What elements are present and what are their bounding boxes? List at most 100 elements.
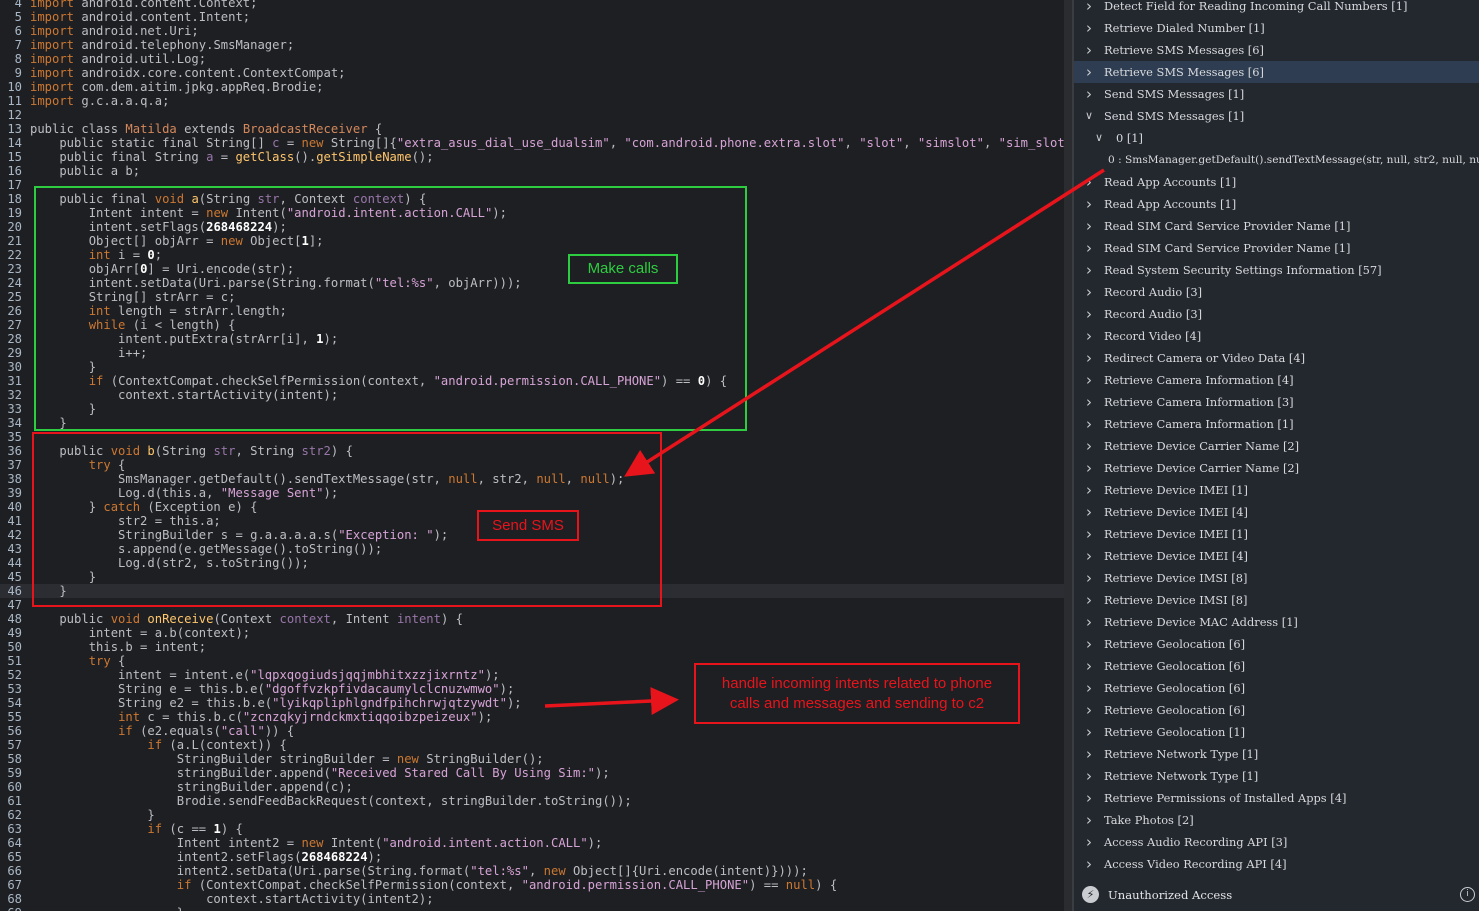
tree-item[interactable]: › Retrieve Device IMEI [1] <box>1074 523 1479 545</box>
chevron-right-icon[interactable]: › <box>1084 171 1094 193</box>
chevron-right-icon[interactable]: › <box>1084 347 1094 369</box>
tree-item[interactable]: ∨ 0 [1] <box>1074 127 1479 149</box>
code-line[interactable]: 61 Brodie.sendFeedBackRequest(context, s… <box>0 794 1064 808</box>
unauthorized-access-row[interactable]: ⚡ Unauthorized Access i <box>1074 880 1479 911</box>
tree-item[interactable]: › Read App Accounts [1] <box>1074 193 1479 215</box>
chevron-right-icon[interactable]: › <box>1084 215 1094 237</box>
chevron-down-icon[interactable]: ∨ <box>1084 105 1094 127</box>
code-line[interactable]: 67 if (ContextCompat.checkSelfPermission… <box>0 878 1064 892</box>
chevron-right-icon[interactable]: › <box>1084 809 1094 831</box>
chevron-right-icon[interactable]: › <box>1084 545 1094 567</box>
code-line[interactable]: 56 if (e2.equals("call")) { <box>0 724 1064 738</box>
tree-item[interactable]: › Read App Accounts [1] <box>1074 171 1479 193</box>
tree-item[interactable]: › Retrieve Geolocation [1] <box>1074 721 1479 743</box>
chevron-right-icon[interactable]: › <box>1084 765 1094 787</box>
tree-item[interactable]: › Retrieve Permissions of Installed Apps … <box>1074 787 1479 809</box>
chevron-right-icon[interactable]: › <box>1084 589 1094 611</box>
tree-item[interactable]: › Retrieve Dialed Number [1] <box>1074 17 1479 39</box>
chevron-right-icon[interactable]: › <box>1084 435 1094 457</box>
tree-item[interactable]: › Retrieve Device IMEI [4] <box>1074 545 1479 567</box>
code-line[interactable]: 10 import com.dem.aitim.jpkg.appReq.Brodi… <box>0 80 1064 94</box>
code-line[interactable]: 5 import android.content.Intent; <box>0 10 1064 24</box>
code-line[interactable]: 11 import g.c.a.a.q.a; <box>0 94 1064 108</box>
tree-item[interactable]: › Retrieve Device IMEI [4] <box>1074 501 1479 523</box>
code-line[interactable]: 49 intent = a.b(context); <box>0 626 1064 640</box>
code-line[interactable]: 60 stringBuilder.append(c); <box>0 780 1064 794</box>
info-icon[interactable]: i <box>1460 887 1475 902</box>
chevron-right-icon[interactable]: › <box>1084 677 1094 699</box>
code-line[interactable]: 58 StringBuilder stringBuilder = new Str… <box>0 752 1064 766</box>
code-line[interactable]: 63 if (c == 1) { <box>0 822 1064 836</box>
tree-item[interactable]: ∨ Send SMS Messages [1] <box>1074 105 1479 127</box>
tree-item[interactable]: › Read SIM Card Service Provider Name [1] <box>1074 215 1479 237</box>
chevron-right-icon[interactable]: › <box>1084 633 1094 655</box>
tree-item[interactable]: › Read System Security Settings Informati… <box>1074 259 1479 281</box>
chevron-right-icon[interactable]: › <box>1084 17 1094 39</box>
tree-item[interactable]: › Retrieve Geolocation [6] <box>1074 699 1479 721</box>
code-line[interactable]: 8 import android.util.Log; <box>0 52 1064 66</box>
tree-item[interactable]: › Retrieve Network Type [1] <box>1074 765 1479 787</box>
code-line[interactable]: 12 <box>0 108 1064 122</box>
chevron-right-icon[interactable]: › <box>1084 479 1094 501</box>
code-line[interactable]: 9 import androidx.core.content.ContextCom… <box>0 66 1064 80</box>
chevron-down-icon[interactable]: ∨ <box>1094 127 1104 149</box>
chevron-right-icon[interactable]: › <box>1084 853 1094 875</box>
chevron-right-icon[interactable]: › <box>1084 39 1094 61</box>
chevron-right-icon[interactable]: › <box>1084 831 1094 853</box>
chevron-right-icon[interactable]: › <box>1084 457 1094 479</box>
chevron-right-icon[interactable]: › <box>1084 83 1094 105</box>
tree-item[interactable]: › Retrieve Geolocation [6] <box>1074 677 1479 699</box>
tree-item[interactable]: › Retrieve Device IMSI [8] <box>1074 589 1479 611</box>
code-line[interactable]: 68 context.startActivity(intent2); <box>0 892 1064 906</box>
chevron-right-icon[interactable]: › <box>1084 413 1094 435</box>
tree-item[interactable]: › Access Audio Recording API [3] <box>1074 831 1479 853</box>
code-line[interactable]: 16 public a b; <box>0 164 1064 178</box>
code-line[interactable]: 62 } <box>0 808 1064 822</box>
tree-item[interactable]: › Record Audio [3] <box>1074 281 1479 303</box>
chevron-right-icon[interactable]: › <box>1084 193 1094 215</box>
chevron-right-icon[interactable]: › <box>1084 0 1094 17</box>
chevron-right-icon[interactable]: › <box>1084 501 1094 523</box>
chevron-right-icon[interactable]: › <box>1084 567 1094 589</box>
tree-item[interactable]: › Retrieve Device IMEI [1] <box>1074 479 1479 501</box>
code-line[interactable]: 64 Intent intent2 = new Intent("android.… <box>0 836 1064 850</box>
code-line[interactable]: 4 import android.content.Context; <box>0 0 1064 10</box>
code-line[interactable]: 48 public void onReceive(Context context… <box>0 612 1064 626</box>
tree-item[interactable]: › Retrieve Device Carrier Name [2] <box>1074 435 1479 457</box>
code-line[interactable]: 14 public static final String[] c = new … <box>0 136 1064 150</box>
tree-leaf-item[interactable]: 0 : SmsManager.getDefault().sendTextMess… <box>1074 149 1479 171</box>
tree-item[interactable]: › Retrieve Camera Information [3] <box>1074 391 1479 413</box>
panel-divider[interactable] <box>1064 0 1072 911</box>
chevron-right-icon[interactable]: › <box>1084 237 1094 259</box>
chevron-right-icon[interactable]: › <box>1084 259 1094 281</box>
chevron-right-icon[interactable]: › <box>1084 303 1094 325</box>
tree-item[interactable]: › Retrieve SMS Messages [6] <box>1074 39 1479 61</box>
tree-item[interactable]: › Take Photos [2] <box>1074 809 1479 831</box>
chevron-right-icon[interactable]: › <box>1084 655 1094 677</box>
code-line[interactable]: 69 } <box>0 906 1064 911</box>
chevron-right-icon[interactable]: › <box>1084 281 1094 303</box>
tree-item[interactable]: › Detect Field for Reading Incoming Call … <box>1074 0 1479 17</box>
tree-item[interactable]: › Retrieve Camera Information [4] <box>1074 369 1479 391</box>
chevron-right-icon[interactable]: › <box>1084 369 1094 391</box>
code-line[interactable]: 59 stringBuilder.append("Received Stared… <box>0 766 1064 780</box>
chevron-right-icon[interactable]: › <box>1084 61 1094 83</box>
chevron-right-icon[interactable]: › <box>1084 743 1094 765</box>
chevron-right-icon[interactable]: › <box>1084 523 1094 545</box>
tree-item[interactable]: › Retrieve Camera Information [1] <box>1074 413 1479 435</box>
tree-item[interactable]: › Record Video [4] <box>1074 325 1479 347</box>
tree-item[interactable]: › Retrieve Network Type [1] <box>1074 743 1479 765</box>
tree-item[interactable]: › Read SIM Card Service Provider Name [1] <box>1074 237 1479 259</box>
chevron-right-icon[interactable]: › <box>1084 699 1094 721</box>
tree-item[interactable]: › Redirect Camera or Video Data [4] <box>1074 347 1479 369</box>
code-line[interactable]: 13 public class Matilda extends Broadcast… <box>0 122 1064 136</box>
tree-item[interactable]: › Retrieve Geolocation [6] <box>1074 633 1479 655</box>
code-line[interactable]: 50 this.b = intent; <box>0 640 1064 654</box>
tree-item[interactable]: › Retrieve Device MAC Address [1] <box>1074 611 1479 633</box>
code-line[interactable]: 6 import android.net.Uri; <box>0 24 1064 38</box>
chevron-right-icon[interactable]: › <box>1084 325 1094 347</box>
chevron-right-icon[interactable]: › <box>1084 721 1094 743</box>
tree-item[interactable]: › Access Video Recording API [4] <box>1074 853 1479 875</box>
code-line[interactable]: 57 if (a.L(context)) { <box>0 738 1064 752</box>
tree-item[interactable]: › Retrieve Device Carrier Name [2] <box>1074 457 1479 479</box>
